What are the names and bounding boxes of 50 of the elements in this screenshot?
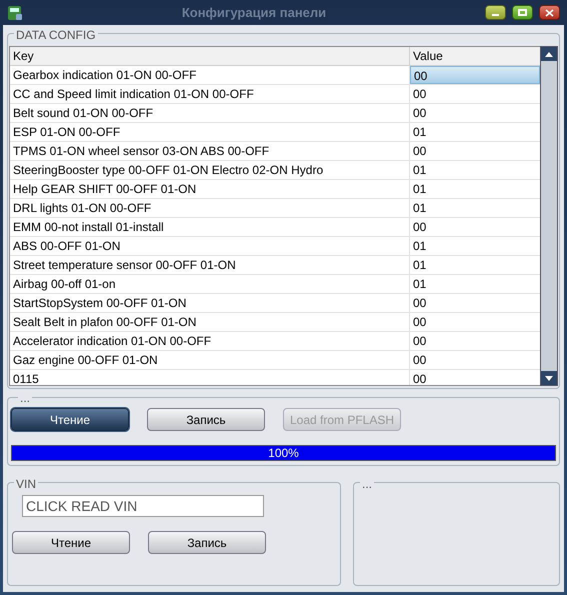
- table-cell: Accelerator indication 01-ON 00-OFF: [10, 332, 410, 350]
- app-icon: [7, 4, 23, 20]
- table-cell[interactable]: 00: [410, 313, 540, 331]
- table-cell[interactable]: 00: [410, 370, 540, 385]
- table-cell[interactable]: 01: [410, 275, 540, 293]
- scrollbar[interactable]: [540, 46, 558, 386]
- action-button[interactable]: Запись: [148, 531, 266, 554]
- table-cell: ESP 01-ON 00-OFF: [10, 123, 410, 141]
- progress-reading: 100%: [267, 446, 300, 460]
- table-cell[interactable]: 00: [410, 85, 540, 103]
- table-cell[interactable]: 00: [410, 142, 540, 160]
- action-button[interactable]: Чтение: [12, 531, 130, 554]
- table-cell[interactable]: 00: [410, 294, 540, 312]
- minimize-button[interactable]: [485, 5, 506, 20]
- table-cell[interactable]: 00: [410, 332, 540, 350]
- table-cell: CC and Speed limit indication 01-ON 00-OFF: [10, 85, 410, 103]
- window-title: Конфигурация панели: [182, 4, 326, 22]
- table-cell: EMM 00-not install 01-install: [10, 218, 410, 236]
- table-cell: SteeringBooster type 00-OFF 01-ON Electro 02-ON Hydro: [10, 161, 410, 179]
- table-cell[interactable]: 00: [410, 66, 540, 84]
- table-cell[interactable]: 01: [410, 180, 540, 198]
- table-cell: Street temperature sensor 00-OFF 01-ON: [10, 256, 410, 274]
- column-header[interactable]: Value: [410, 47, 540, 65]
- table-cell[interactable]: 01: [410, 256, 540, 274]
- close-button[interactable]: [539, 5, 560, 20]
- table-cell: Airbag 00-off 01-on: [10, 275, 410, 293]
- table-cell[interactable]: 01: [410, 161, 540, 179]
- table-cell[interactable]: 00: [410, 104, 540, 122]
- table-cell: Belt sound 01-ON 00-OFF: [10, 104, 410, 122]
- table-cell: 0115: [10, 370, 410, 385]
- maximize-button[interactable]: [512, 5, 533, 20]
- table-cell: Sealt Belt in plafon 00-OFF 01-ON: [10, 313, 410, 331]
- action-button[interactable]: Чтение: [11, 408, 129, 431]
- table-cell: StartStopSystem 00-OFF 01-ON: [10, 294, 410, 312]
- table-cell[interactable]: 01: [410, 123, 540, 141]
- table-cell: DRL lights 01-ON 00-OFF: [10, 199, 410, 217]
- close-icon: [545, 8, 554, 16]
- vin-field[interactable]: CLICK READ VIN: [22, 495, 264, 517]
- table-cell[interactable]: 01: [410, 199, 540, 217]
- scroll-up-icon[interactable]: [545, 52, 553, 56]
- table-cell: ABS 00-OFF 01-ON: [10, 237, 410, 255]
- table-cell[interactable]: 00: [410, 351, 540, 369]
- table-cell: TPMS 01-ON wheel sensor 03-ON ABS 00-OFF: [10, 142, 410, 160]
- table-cell[interactable]: 01: [410, 237, 540, 255]
- table-cell[interactable]: 00: [410, 218, 540, 236]
- action-button[interactable]: Запись: [147, 408, 265, 431]
- table-cell: Gaz engine 00-OFF 01-ON: [10, 351, 410, 369]
- column-header[interactable]: Key: [10, 47, 410, 65]
- table-cell: Help GEAR SHIFT 00-OFF 01-ON: [10, 180, 410, 198]
- scroll-down-icon[interactable]: [545, 376, 553, 380]
